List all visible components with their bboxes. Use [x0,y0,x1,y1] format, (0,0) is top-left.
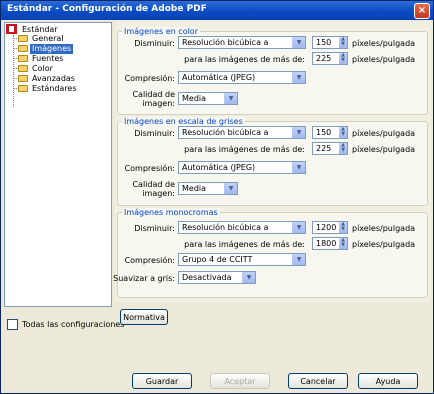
help-button[interactable]: Ayuda [358,373,418,389]
group-title: Imágenes en color [122,27,200,36]
gray-images-group: Imágenes en escala de grises Disminuir: … [117,117,428,206]
ppi-unit: píxeles/pulgada [352,129,416,138]
tree-item-avanzadas[interactable]: Avanzadas [18,74,77,84]
quality-label: Calidad de [132,180,175,189]
tree-root-estandar[interactable]: Estándar [6,24,60,34]
spinner-arrows-icon: ▲ ▼ [339,238,347,249]
folder-icon [18,55,28,62]
policy-button[interactable]: Normativa [120,309,168,325]
all-settings-checkbox-row[interactable]: Todas las configuraciones [7,319,124,330]
compression-select[interactable]: Grupo 4 de CCITT ▼ [178,253,306,266]
chevron-down-icon: ▼ [292,254,305,265]
compression-label: Compresión: [124,256,175,265]
accept-button[interactable]: Aceptar [210,373,270,389]
compression-select[interactable]: Automática (JPEG) ▼ [178,71,306,84]
downsample-select[interactable]: Resolución bicúbica a ▼ [178,36,306,49]
all-settings-label: Todas las configuraciones [22,320,125,329]
smooth-label: Suavizar a gris: [113,274,175,283]
downsample-select[interactable]: Resolución bicúbica a ▼ [178,126,306,139]
above-unit: píxeles/pulgada [352,55,416,64]
above-unit: píxeles/pulgada [352,240,416,249]
all-settings-checkbox[interactable] [7,319,18,330]
chevron-down-icon: ▼ [224,93,237,104]
downsample-select[interactable]: Resolución bicúbica a ▼ [178,221,306,234]
chevron-down-icon: ▼ [292,162,305,173]
tree-item-color[interactable]: Color [18,64,55,74]
category-tree: Estándar General Imágenes Fuentes Color … [4,22,112,307]
downsample-label: Disminuir: [134,129,175,138]
group-title: Imágenes monocromas [122,208,220,217]
mono-images-group: Imágenes monocromas Disminuir: Resolució… [113,208,428,298]
chevron-down-icon: ▼ [224,183,237,194]
folder-icon [18,65,28,72]
tree-item-imagenes[interactable]: Imágenes [18,44,74,54]
tree-item-general[interactable]: General [18,34,66,44]
save-as-button[interactable]: Guardar como... [132,373,192,393]
group-title: Imágenes en escala de grises [122,117,245,126]
folder-icon [18,85,28,92]
folder-icon [18,75,28,82]
compression-label: Compresión: [124,164,175,173]
quality-select[interactable]: Media ▼ [178,92,238,105]
above-unit: píxeles/pulgada [352,145,416,154]
window-title: Estándar - Configuración de Adobe PDF [7,4,207,14]
close-icon: × [417,5,427,16]
chevron-down-icon: ▼ [242,272,255,283]
compression-label: Compresión: [124,74,175,83]
ppi-spinner[interactable]: 1200 ▲ ▼ [312,221,348,234]
title-bar[interactable]: Estándar - Configuración de Adobe PDF × [1,1,433,20]
spinner-arrows-icon: ▲ ▼ [339,143,347,154]
chevron-down-icon: ▼ [292,37,305,48]
above-spinner[interactable]: 225 ▲ ▼ [312,142,348,155]
spinner-arrows-icon: ▲ ▼ [339,53,347,64]
ppi-unit: píxeles/pulgada [352,39,416,48]
smooth-select[interactable]: Desactivada ▼ [178,271,256,284]
downsample-label: Disminuir: [134,224,175,233]
downsample-label: Disminuir: [134,39,175,48]
quality-label-2: imagen: [142,99,175,108]
spinner-arrows-icon: ▲ ▼ [339,37,347,48]
chevron-down-icon: ▼ [292,127,305,138]
above-label: para las imágenes de más de: [184,55,305,64]
spinner-arrows-icon: ▲ ▼ [339,222,347,233]
color-images-group: Imágenes en color Disminuir: Resolución … [117,27,428,115]
above-label: para las imágenes de más de: [184,145,305,154]
chevron-down-icon: ▼ [292,72,305,83]
folder-icon [18,35,28,42]
dialog-window: Estándar - Configuración de Adobe PDF × … [0,0,434,394]
spinner-arrows-icon: ▲ ▼ [339,127,347,138]
pdf-icon [6,24,17,34]
above-label: para las imágenes de más de: [184,240,305,249]
above-spinner[interactable]: 1800 ▲ ▼ [312,237,348,250]
above-spinner[interactable]: 225 ▲ ▼ [312,52,348,65]
quality-select[interactable]: Media ▼ [178,182,238,195]
ppi-spinner[interactable]: 150 ▲ ▼ [312,126,348,139]
folder-icon [18,45,28,52]
tree-item-estandares[interactable]: Estándares [18,84,79,94]
images-settings-panel: Imágenes en color Disminuir: Resolución … [113,21,431,302]
quality-label: Calidad de [132,90,175,99]
compression-select[interactable]: Automática (JPEG) ▼ [178,161,306,174]
cancel-button[interactable]: Cancelar [288,373,348,389]
ppi-spinner[interactable]: 150 ▲ ▼ [312,36,348,49]
tree-item-fuentes[interactable]: Fuentes [18,54,65,64]
close-button[interactable]: × [414,3,430,19]
quality-label-2: imagen: [142,189,175,198]
ppi-unit: píxeles/pulgada [352,224,416,233]
chevron-down-icon: ▼ [292,222,305,233]
